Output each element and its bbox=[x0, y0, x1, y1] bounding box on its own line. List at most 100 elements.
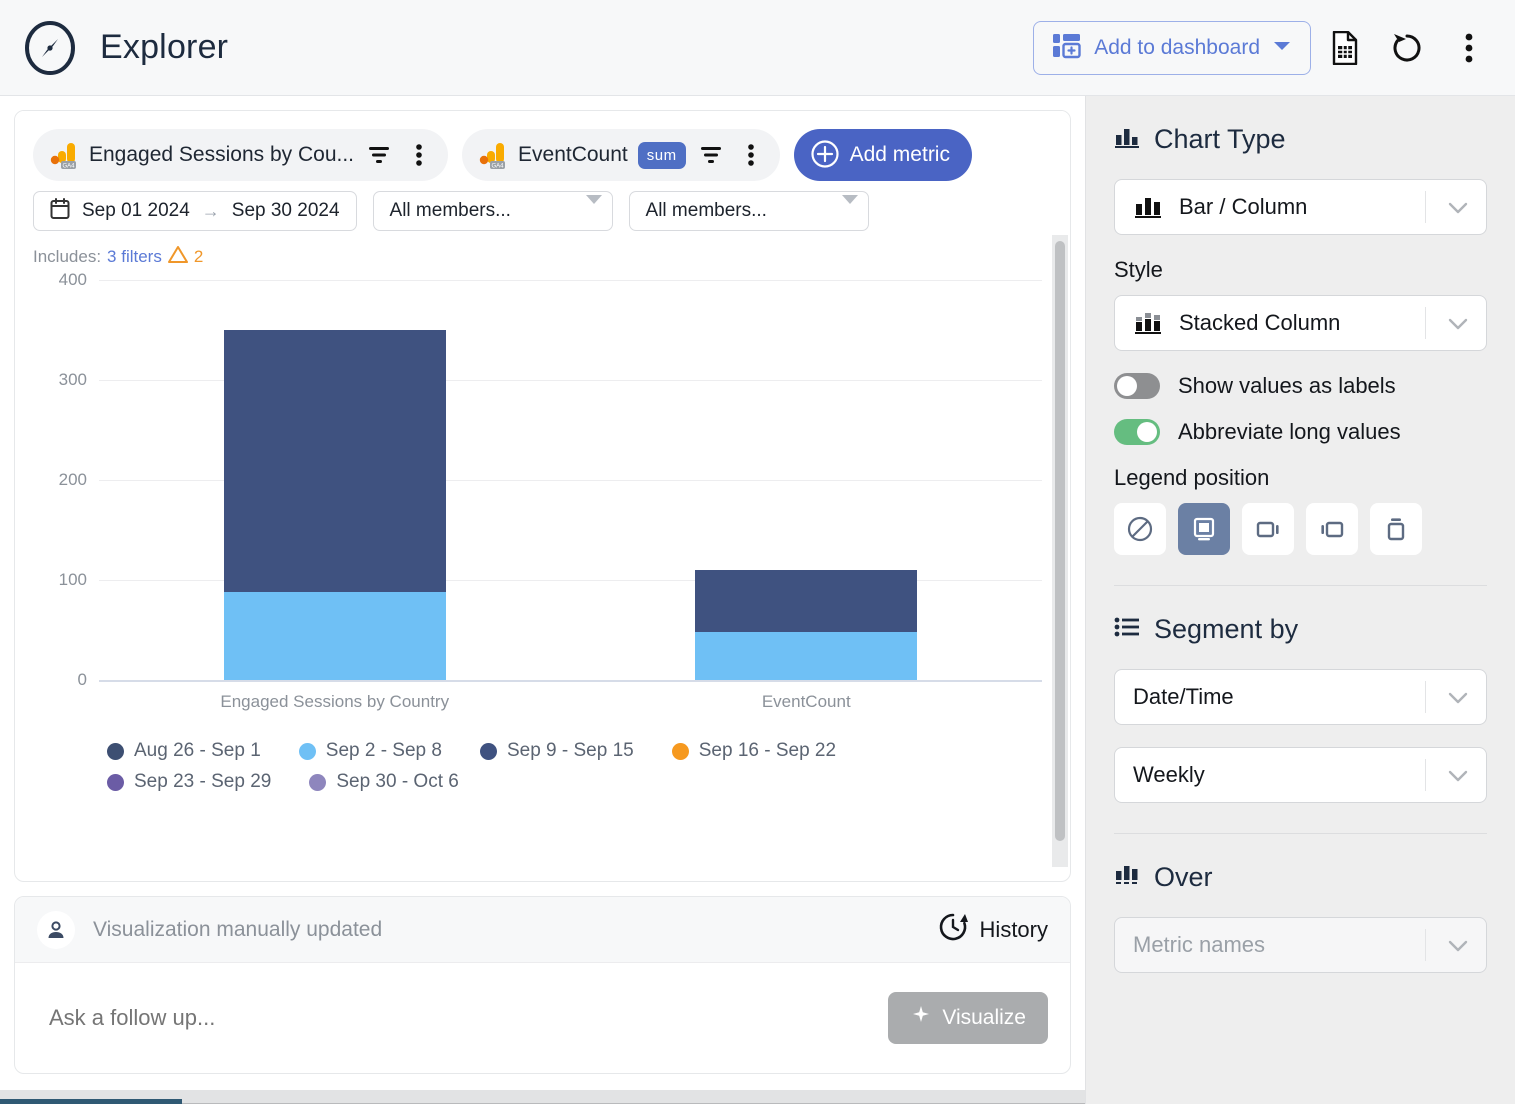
divider bbox=[1425, 191, 1426, 223]
legend-color-swatch bbox=[299, 743, 316, 760]
filter-icon[interactable] bbox=[364, 140, 394, 170]
chevron-down-icon bbox=[1448, 939, 1468, 951]
chart-area: 0100200300400 Engaged Sessions by Countr… bbox=[15, 268, 1070, 802]
style-label: Style bbox=[1114, 257, 1487, 283]
legend-color-swatch bbox=[480, 743, 497, 760]
legend-item[interactable]: Sep 30 - Oct 6 bbox=[309, 771, 459, 793]
chart-type-section-header: Chart Type bbox=[1114, 124, 1487, 155]
legend-left-icon[interactable] bbox=[1306, 503, 1358, 555]
chart-bar-segment[interactable] bbox=[224, 330, 446, 592]
segment-dimension-value: Date/Time bbox=[1133, 684, 1234, 710]
chevron-down-icon bbox=[1448, 317, 1468, 329]
chart-bar[interactable] bbox=[224, 330, 446, 680]
body: GA4 Engaged Sessions by Cou... bbox=[0, 96, 1515, 1104]
show-values-as-labels-toggle[interactable] bbox=[1114, 373, 1160, 399]
add-to-dashboard-button[interactable]: Add to dashboard bbox=[1033, 21, 1311, 75]
legend-bottom-icon[interactable] bbox=[1178, 503, 1230, 555]
filters-link[interactable]: 3 filters bbox=[107, 247, 162, 267]
bar-column-icon bbox=[1133, 194, 1163, 220]
filter-icon[interactable] bbox=[696, 140, 726, 170]
visualization-card: GA4 Engaged Sessions by Cou... bbox=[14, 110, 1071, 882]
metric-chip-label: Engaged Sessions by Cou... bbox=[89, 143, 354, 167]
chart-bar-segment[interactable] bbox=[695, 570, 917, 632]
legend-right-icon[interactable] bbox=[1242, 503, 1294, 555]
toggle-knob bbox=[1137, 422, 1157, 442]
over-metric-select[interactable]: Metric names bbox=[1114, 917, 1487, 973]
legend-item[interactable]: Sep 9 - Sep 15 bbox=[480, 740, 634, 762]
ask-row: Visualize bbox=[15, 963, 1070, 1073]
ga4-icon: GA4 bbox=[478, 140, 508, 170]
abbreviate-long-values-toggle[interactable] bbox=[1114, 419, 1160, 445]
explorer-app: Explorer Add to dashboard bbox=[0, 0, 1515, 1104]
metric-chip-engaged-sessions[interactable]: GA4 Engaged Sessions by Cou... bbox=[33, 129, 448, 181]
legend-item-label: Sep 2 - Sep 8 bbox=[326, 740, 442, 762]
add-metric-button[interactable]: Add metric bbox=[794, 129, 972, 181]
chart-type-select[interactable]: Bar / Column bbox=[1114, 179, 1487, 235]
show-values-as-labels-label: Show values as labels bbox=[1178, 373, 1396, 399]
more-vertical-icon[interactable] bbox=[404, 140, 434, 170]
toggle-knob bbox=[1117, 376, 1137, 396]
svg-text:GA4: GA4 bbox=[492, 163, 505, 169]
legend-top-icon[interactable] bbox=[1370, 503, 1422, 555]
chart-bar-segment[interactable] bbox=[224, 592, 446, 680]
chart-bar[interactable] bbox=[695, 570, 917, 680]
visualize-button[interactable]: Visualize bbox=[888, 992, 1048, 1044]
divider bbox=[1425, 929, 1426, 961]
dashboard-add-icon bbox=[1052, 32, 1082, 63]
bar-chart-icon bbox=[1114, 125, 1140, 154]
chart-bars bbox=[99, 280, 1042, 680]
brand: Explorer bbox=[22, 20, 228, 76]
bar-dashed-icon bbox=[1114, 863, 1140, 892]
list-icon bbox=[1114, 616, 1140, 643]
divider bbox=[1114, 585, 1487, 586]
page-horizontal-scrollbar[interactable] bbox=[0, 1090, 1085, 1104]
chart-axis-line bbox=[99, 680, 1042, 682]
members-select-1[interactable]: All members... bbox=[373, 191, 613, 231]
metric-chip-label: EventCount bbox=[518, 143, 628, 167]
metric-row: GA4 Engaged Sessions by Cou... bbox=[15, 111, 1070, 191]
refresh-icon[interactable] bbox=[1379, 20, 1435, 76]
top-bar-actions: Add to dashboard bbox=[1033, 20, 1497, 76]
chart-style-value: Stacked Column bbox=[1179, 310, 1340, 336]
aggregation-badge[interactable]: sum bbox=[638, 142, 686, 169]
legend-item-label: Sep 30 - Oct 6 bbox=[336, 771, 459, 793]
show-values-as-labels-toggle-row[interactable]: Show values as labels bbox=[1114, 373, 1487, 399]
divider bbox=[1114, 833, 1487, 834]
legend-item-label: Sep 16 - Sep 22 bbox=[699, 740, 836, 762]
card-scrollbar-thumb[interactable] bbox=[1055, 241, 1065, 841]
segment-granularity-select[interactable]: Weekly bbox=[1114, 747, 1487, 803]
more-vertical-icon[interactable] bbox=[736, 140, 766, 170]
legend-item-label: Aug 26 - Sep 1 bbox=[134, 740, 261, 762]
chevron-down-icon bbox=[1448, 691, 1468, 703]
history-icon bbox=[938, 912, 968, 947]
chart-bar-segment[interactable] bbox=[695, 632, 917, 680]
legend-item[interactable]: Sep 16 - Sep 22 bbox=[672, 740, 836, 762]
divider bbox=[1425, 307, 1426, 339]
members-select-2[interactable]: All members... bbox=[629, 191, 869, 231]
legend-none-icon[interactable] bbox=[1114, 503, 1166, 555]
members-select-1-value: All members... bbox=[390, 200, 511, 222]
legend-item[interactable]: Sep 23 - Sep 29 bbox=[107, 771, 271, 793]
legend-item[interactable]: Sep 2 - Sep 8 bbox=[299, 740, 442, 762]
chart-y-tick: 300 bbox=[59, 370, 87, 390]
followup-input[interactable] bbox=[49, 1005, 888, 1031]
chart-plot: 0100200300400 bbox=[99, 280, 1042, 680]
abbreviate-long-values-toggle-row[interactable]: Abbreviate long values bbox=[1114, 419, 1487, 445]
more-vertical-icon[interactable] bbox=[1441, 20, 1497, 76]
date-range-picker[interactable]: Sep 01 2024 → Sep 30 2024 bbox=[33, 191, 357, 231]
date-end: Sep 30 2024 bbox=[232, 200, 340, 222]
chart-style-select[interactable]: Stacked Column bbox=[1114, 295, 1487, 351]
legend-color-swatch bbox=[672, 743, 689, 760]
export-spreadsheet-icon[interactable] bbox=[1317, 20, 1373, 76]
chart-type-title: Chart Type bbox=[1154, 124, 1286, 155]
over-title: Over bbox=[1154, 862, 1213, 893]
chevron-down-icon bbox=[1448, 201, 1468, 213]
main-panel: GA4 Engaged Sessions by Cou... bbox=[0, 96, 1085, 1104]
history-button[interactable]: History bbox=[938, 912, 1048, 947]
segment-dimension-select[interactable]: Date/Time bbox=[1114, 669, 1487, 725]
legend-item[interactable]: Aug 26 - Sep 1 bbox=[107, 740, 261, 762]
metric-chip-eventcount[interactable]: GA4 EventCount sum bbox=[462, 129, 780, 181]
chart-y-tick: 100 bbox=[59, 570, 87, 590]
chart-bar-slot bbox=[571, 280, 1043, 680]
page-horizontal-scrollbar-thumb[interactable] bbox=[0, 1099, 182, 1104]
